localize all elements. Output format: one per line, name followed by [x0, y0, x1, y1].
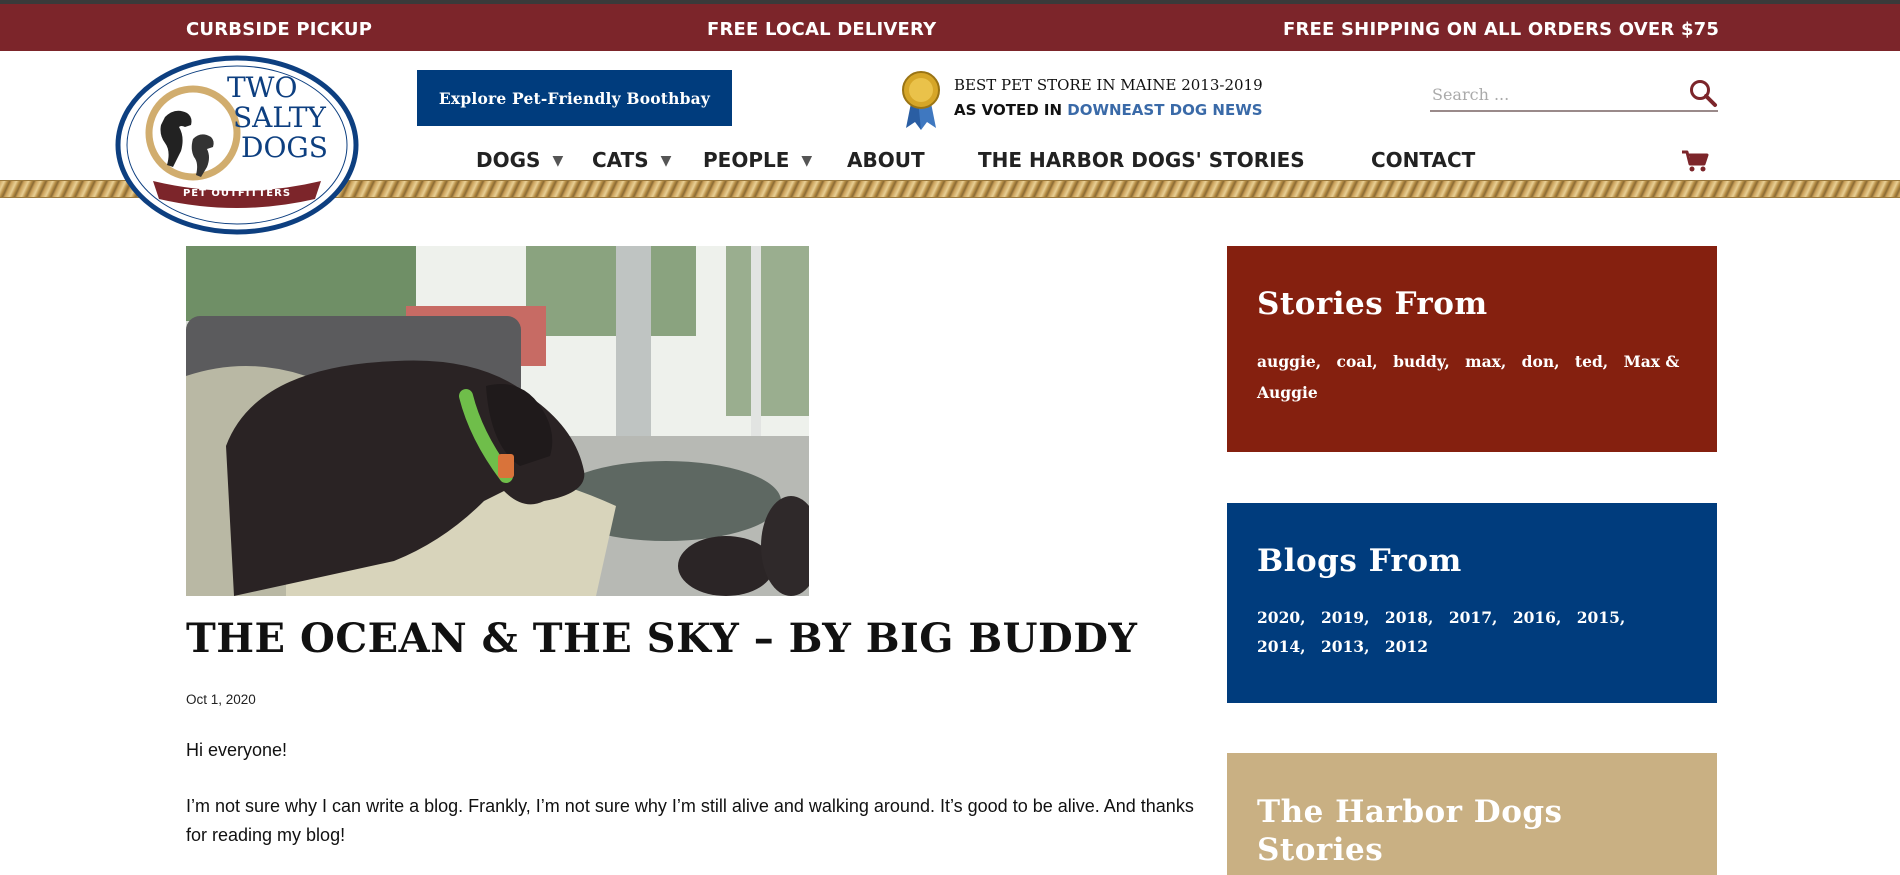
- sidebar-harbor-box: The Harbor Dogs Stories: [1227, 753, 1717, 875]
- blog-year-link[interactable]: 2019,: [1321, 608, 1370, 627]
- site-logo[interactable]: TWO SALTY DOGS PET OUTFITTERS: [115, 55, 360, 235]
- blog-year-link[interactable]: 2016,: [1513, 608, 1562, 627]
- award-publication-link[interactable]: DOWNEAST DOG NEWS: [1067, 101, 1262, 119]
- search-input[interactable]: [1432, 82, 1672, 106]
- search-icon[interactable]: [1688, 78, 1718, 108]
- sidebar-stories-box: Stories From auggie, coal, buddy, max, d…: [1227, 246, 1717, 452]
- story-link-auggie[interactable]: auggie,: [1257, 352, 1321, 371]
- award-voted-prefix: AS VOTED IN: [954, 101, 1068, 119]
- caret-down-icon: ▼: [552, 153, 564, 169]
- award-subtitle: AS VOTED IN DOWNEAST DOG NEWS: [954, 101, 1263, 119]
- nav-label: THE HARBOR DOGS' STORIES: [978, 148, 1305, 172]
- blog-year-link[interactable]: 2013,: [1321, 637, 1370, 656]
- nav-item-contact[interactable]: CONTACT: [1371, 148, 1475, 172]
- nav-item-about[interactable]: ABOUT: [847, 148, 925, 172]
- logo-word-salty: SALTY: [233, 101, 326, 134]
- stories-link-list: auggie, coal, buddy, max, don, ted, Max …: [1257, 346, 1697, 408]
- blogs-year-list: 2020, 2019, 2018, 2017, 2016, 2015, 2014…: [1257, 603, 1697, 661]
- nav-label: DOGS: [476, 148, 541, 172]
- award-ribbon-icon: [902, 71, 940, 130]
- story-link-buddy[interactable]: buddy,: [1393, 352, 1450, 371]
- story-link-don[interactable]: don,: [1522, 352, 1560, 371]
- sidebar-blogs-title: Blogs From: [1257, 543, 1462, 579]
- post-paragraph: I’m not sure why I can write a blog. Fra…: [186, 796, 1194, 845]
- award-title: BEST PET STORE IN MAINE 2013-2019: [954, 76, 1263, 94]
- nav-label: CATS: [592, 148, 649, 172]
- nav-label: ABOUT: [847, 148, 925, 172]
- story-link-coal[interactable]: coal,: [1337, 352, 1378, 371]
- nav-item-cats[interactable]: CATS ▼: [592, 148, 671, 172]
- cart-icon[interactable]: [1680, 148, 1710, 174]
- blog-year-link[interactable]: 2012: [1385, 637, 1428, 656]
- promo-shipping: FREE SHIPPING ON ALL ORDERS OVER $75: [1283, 19, 1720, 40]
- promo-delivery: FREE LOCAL DELIVERY: [707, 19, 937, 40]
- blog-year-link[interactable]: 2017,: [1449, 608, 1498, 627]
- promo-curbside: CURBSIDE PICKUP: [186, 19, 373, 40]
- blog-year-link[interactable]: 2018,: [1385, 608, 1434, 627]
- caret-down-icon: ▼: [660, 153, 672, 169]
- explore-boothbay-button[interactable]: Explore Pet-Friendly Boothbay: [417, 70, 732, 126]
- award-badge: BEST PET STORE IN MAINE 2013-2019 AS VOT…: [900, 70, 1263, 130]
- search-form: [1430, 76, 1718, 112]
- logo-banner-text: PET OUTFITTERS: [183, 188, 291, 199]
- caret-down-icon: ▼: [801, 153, 813, 169]
- nav-item-harbor-dogs-stories[interactable]: THE HARBOR DOGS' STORIES: [978, 148, 1305, 172]
- nav-item-dogs[interactable]: DOGS ▼: [476, 148, 563, 172]
- story-link-max[interactable]: max,: [1465, 352, 1506, 371]
- nav-label: PEOPLE: [703, 148, 790, 172]
- logo-word-two: TWO: [227, 71, 297, 104]
- post-paragraph: Hi everyone!: [186, 740, 288, 760]
- story-link-ted[interactable]: ted,: [1575, 352, 1608, 371]
- blog-year-link[interactable]: 2015,: [1577, 608, 1626, 627]
- nav-item-people[interactable]: PEOPLE ▼: [703, 148, 812, 172]
- post-date: Oct 1, 2020: [186, 692, 256, 707]
- post-title: THE OCEAN & THE SKY – BY BIG BUDDY: [186, 615, 1138, 662]
- blog-year-link[interactable]: 2020,: [1257, 608, 1306, 627]
- logo-word-dogs: DOGS: [241, 131, 328, 164]
- blog-year-link[interactable]: 2014,: [1257, 637, 1306, 656]
- sidebar-stories-title: Stories From: [1257, 286, 1488, 322]
- post-featured-image: [186, 246, 809, 596]
- promo-bar: CURBSIDE PICKUP FREE LOCAL DELIVERY FREE…: [0, 0, 1900, 51]
- sidebar-harbor-title[interactable]: The Harbor Dogs Stories: [1257, 793, 1677, 869]
- sidebar-blogs-box: Blogs From 2020, 2019, 2018, 2017, 2016,…: [1227, 503, 1717, 703]
- nav-label: CONTACT: [1371, 148, 1476, 172]
